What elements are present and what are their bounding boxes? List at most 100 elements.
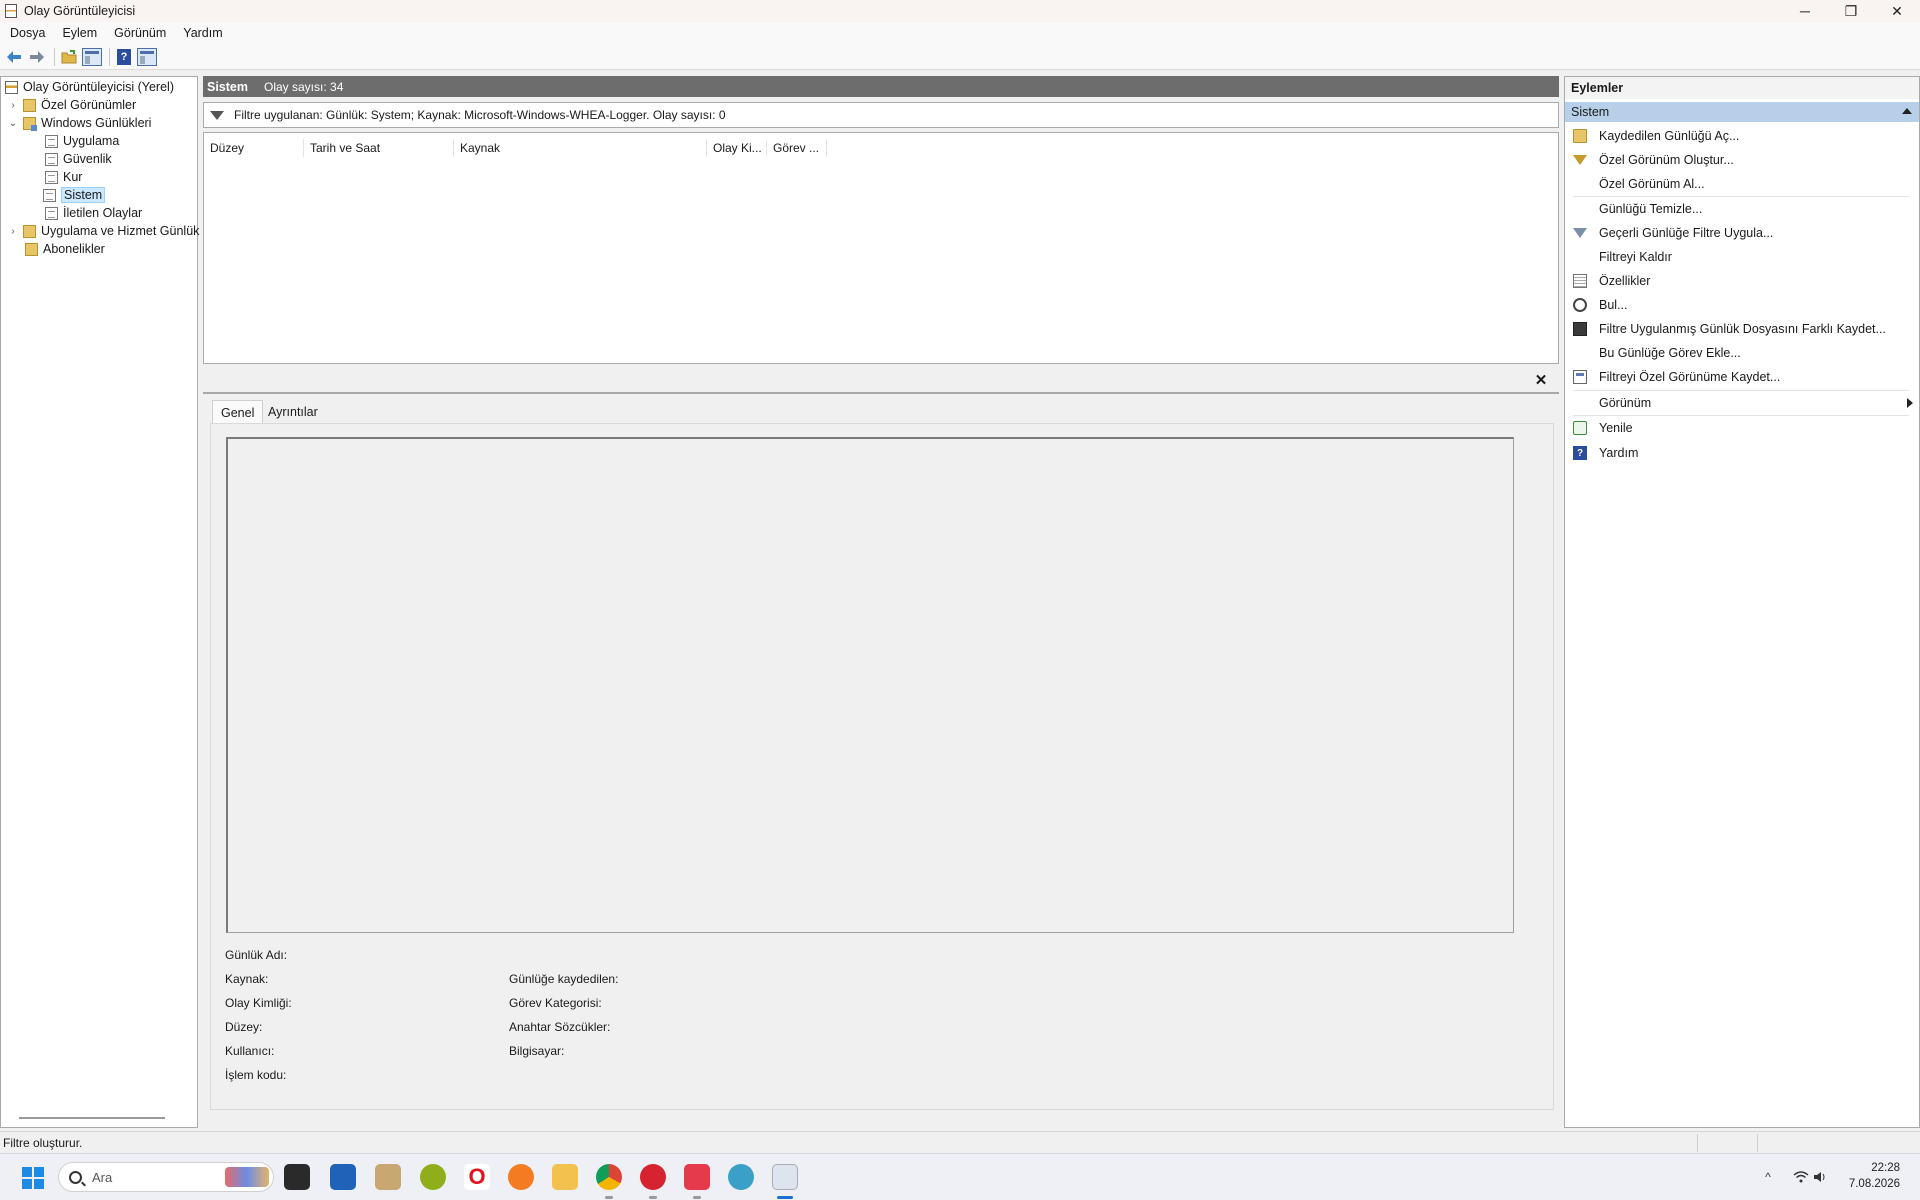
tree-item-label: İletilen Olaylar [63, 206, 143, 220]
tree-item-subscriptions[interactable]: Abonelikler [25, 240, 105, 258]
column-header-source[interactable]: Kaynak [454, 139, 707, 157]
search-highlight-icon [225, 1167, 269, 1187]
tree-item-root[interactable]: Olay Görüntüleyicisi (Yerel) [5, 78, 174, 96]
menu-help[interactable]: Yardım [177, 26, 228, 40]
close-icon[interactable]: ✕ [1533, 372, 1549, 389]
tree-item-application[interactable]: Uygulama [45, 132, 119, 150]
store-icon[interactable] [330, 1164, 356, 1190]
chevron-right-icon[interactable]: › [7, 100, 19, 111]
back-button[interactable] [4, 47, 24, 67]
folder-icon[interactable] [552, 1164, 578, 1190]
tray-overflow-icon[interactable]: ^ [1760, 1164, 1776, 1190]
menu-action[interactable]: Eylem [56, 26, 103, 40]
wifi-icon[interactable] [1792, 1164, 1810, 1190]
action-create-custom-view[interactable]: Özel Görünüm Oluştur... [1565, 149, 1919, 171]
log-icon [45, 170, 58, 184]
actions-pane: Eylemler Sistem Kaydedilen Günlüğü Aç...… [1564, 76, 1920, 1128]
edge-icon[interactable] [728, 1164, 754, 1190]
tree-item-setup[interactable]: Kur [45, 168, 82, 186]
minimize-button[interactable]: ─ [1782, 0, 1828, 22]
field-source: Kaynak: [225, 972, 269, 986]
tree-item-label: Özel Görünümler [41, 98, 137, 112]
file-manager-icon[interactable] [284, 1164, 310, 1190]
divider [1573, 415, 1909, 416]
action-help[interactable]: ? Yardım [1565, 442, 1919, 464]
tree-item-label: Olay Görüntüleyicisi (Yerel) [23, 80, 174, 94]
blank-icon [1573, 250, 1587, 264]
action-refresh[interactable]: Yenile [1565, 417, 1919, 439]
open-button[interactable] [59, 47, 79, 67]
back-arrow-icon [7, 50, 21, 63]
blank-icon [1573, 396, 1587, 410]
sun-icon[interactable] [420, 1164, 446, 1190]
actions-section-system[interactable]: Sistem [1565, 102, 1919, 122]
restore-button[interactable]: ❐ [1828, 0, 1874, 22]
horizontal-scrollbar[interactable] [19, 1117, 165, 1119]
tree-item-app-service-logs[interactable]: › Uygulama ve Hizmet Günlük [7, 222, 199, 240]
chevron-right-icon[interactable]: › [7, 226, 19, 237]
action-open-saved-log[interactable]: Kaydedilen Günlüğü Aç... [1565, 125, 1919, 147]
tab-details[interactable]: Ayrıntılar [260, 400, 326, 424]
tree-item-label: Abonelikler [43, 242, 105, 256]
app-icon[interactable] [375, 1164, 401, 1190]
column-header-event-id[interactable]: Olay Ki... [707, 139, 767, 157]
firefox-icon[interactable] [508, 1164, 534, 1190]
blank-icon [1573, 346, 1587, 360]
column-header-date-time[interactable]: Tarih ve Saat [304, 139, 454, 157]
filter-text: Filtre uygulanan: Günlük: System; Kaynak… [234, 108, 726, 122]
start-button[interactable] [22, 1167, 44, 1189]
tab-general[interactable]: Genel [212, 400, 264, 424]
chevron-down-icon[interactable]: ⌄ [7, 118, 19, 129]
event-list[interactable]: Düzey Tarih ve Saat Kaynak Olay Ki... Gö… [203, 132, 1559, 364]
action-properties[interactable]: Özellikler [1565, 270, 1919, 292]
tree-item-security[interactable]: Güvenlik [45, 150, 112, 168]
close-button[interactable]: ✕ [1874, 0, 1920, 22]
taskbar-search[interactable]: Ara [58, 1162, 274, 1192]
forward-button[interactable] [27, 47, 47, 67]
tree-item-label: Windows Günlükleri [41, 116, 152, 130]
event-viewer-icon[interactable] [772, 1164, 798, 1190]
pocket-icon[interactable] [684, 1164, 710, 1190]
event-description-box[interactable] [226, 437, 1514, 933]
column-header-level[interactable]: Düzey [204, 139, 304, 157]
running-indicator [693, 1196, 701, 1199]
action-import-custom-view[interactable]: Özel Görünüm Al... [1565, 173, 1919, 195]
opera-icon[interactable]: O [464, 1164, 490, 1190]
tree-item-custom-views[interactable]: › Özel Görünümler [7, 96, 136, 114]
window-controls: ─ ❐ ✕ [1782, 0, 1920, 22]
search-icon [69, 1170, 82, 1184]
console-tree-button[interactable] [82, 47, 102, 67]
action-label: Yardım [1599, 446, 1639, 460]
action-label: Kaydedilen Günlüğü Aç... [1599, 129, 1740, 143]
toolbar-separator [109, 47, 110, 66]
help-button[interactable]: ? [114, 47, 134, 67]
action-view-submenu[interactable]: Görünüm [1565, 392, 1919, 414]
action-pane-button[interactable] [137, 47, 157, 67]
action-save-filter-to-view[interactable]: Filtreyi Özel Görünüme Kaydet... [1565, 366, 1919, 388]
action-clear-filter[interactable]: Filtreyi Kaldır [1565, 246, 1919, 268]
clock-date: 7.08.2026 [1848, 1178, 1900, 1190]
action-save-filtered-log[interactable]: Filtre Uygulanmış Günlük Dosyasını Farkl… [1565, 318, 1919, 340]
chrome-icon[interactable] [596, 1164, 622, 1190]
console-tree-icon [82, 47, 102, 66]
action-find[interactable]: Bul... [1565, 294, 1919, 316]
collapse-icon[interactable] [1902, 108, 1912, 114]
column-header-task[interactable]: Görev ... [767, 139, 827, 157]
action-filter-current-log[interactable]: Geçerli Günlüğe Filtre Uygula... [1565, 222, 1919, 244]
field-logged: Günlüğe kaydedilen: [509, 972, 619, 986]
field-level: Düzey: [225, 1020, 263, 1034]
field-opcode: İşlem kodu: [225, 1068, 287, 1082]
blank-icon [1573, 177, 1587, 191]
clock[interactable]: 22:28 7.08.2026 [1820, 1160, 1900, 1192]
refresh-icon [1573, 421, 1587, 435]
menu-file[interactable]: Dosya [4, 26, 51, 40]
action-label: Filtre Uygulanmış Günlük Dosyasını Farkl… [1599, 322, 1886, 336]
tree-item-windows-logs[interactable]: ⌄ Windows Günlükleri [7, 114, 151, 132]
action-clear-log[interactable]: Günlüğü Temizle... [1565, 198, 1919, 220]
splitter[interactable] [203, 392, 1559, 394]
tree-item-system[interactable]: Sistem [43, 186, 106, 204]
red-app-icon[interactable] [640, 1164, 666, 1190]
tree-item-forwarded-events[interactable]: İletilen Olaylar [45, 204, 142, 222]
action-attach-task[interactable]: Bu Günlüğe Görev Ekle... [1565, 342, 1919, 364]
menu-view[interactable]: Görünüm [108, 26, 172, 40]
